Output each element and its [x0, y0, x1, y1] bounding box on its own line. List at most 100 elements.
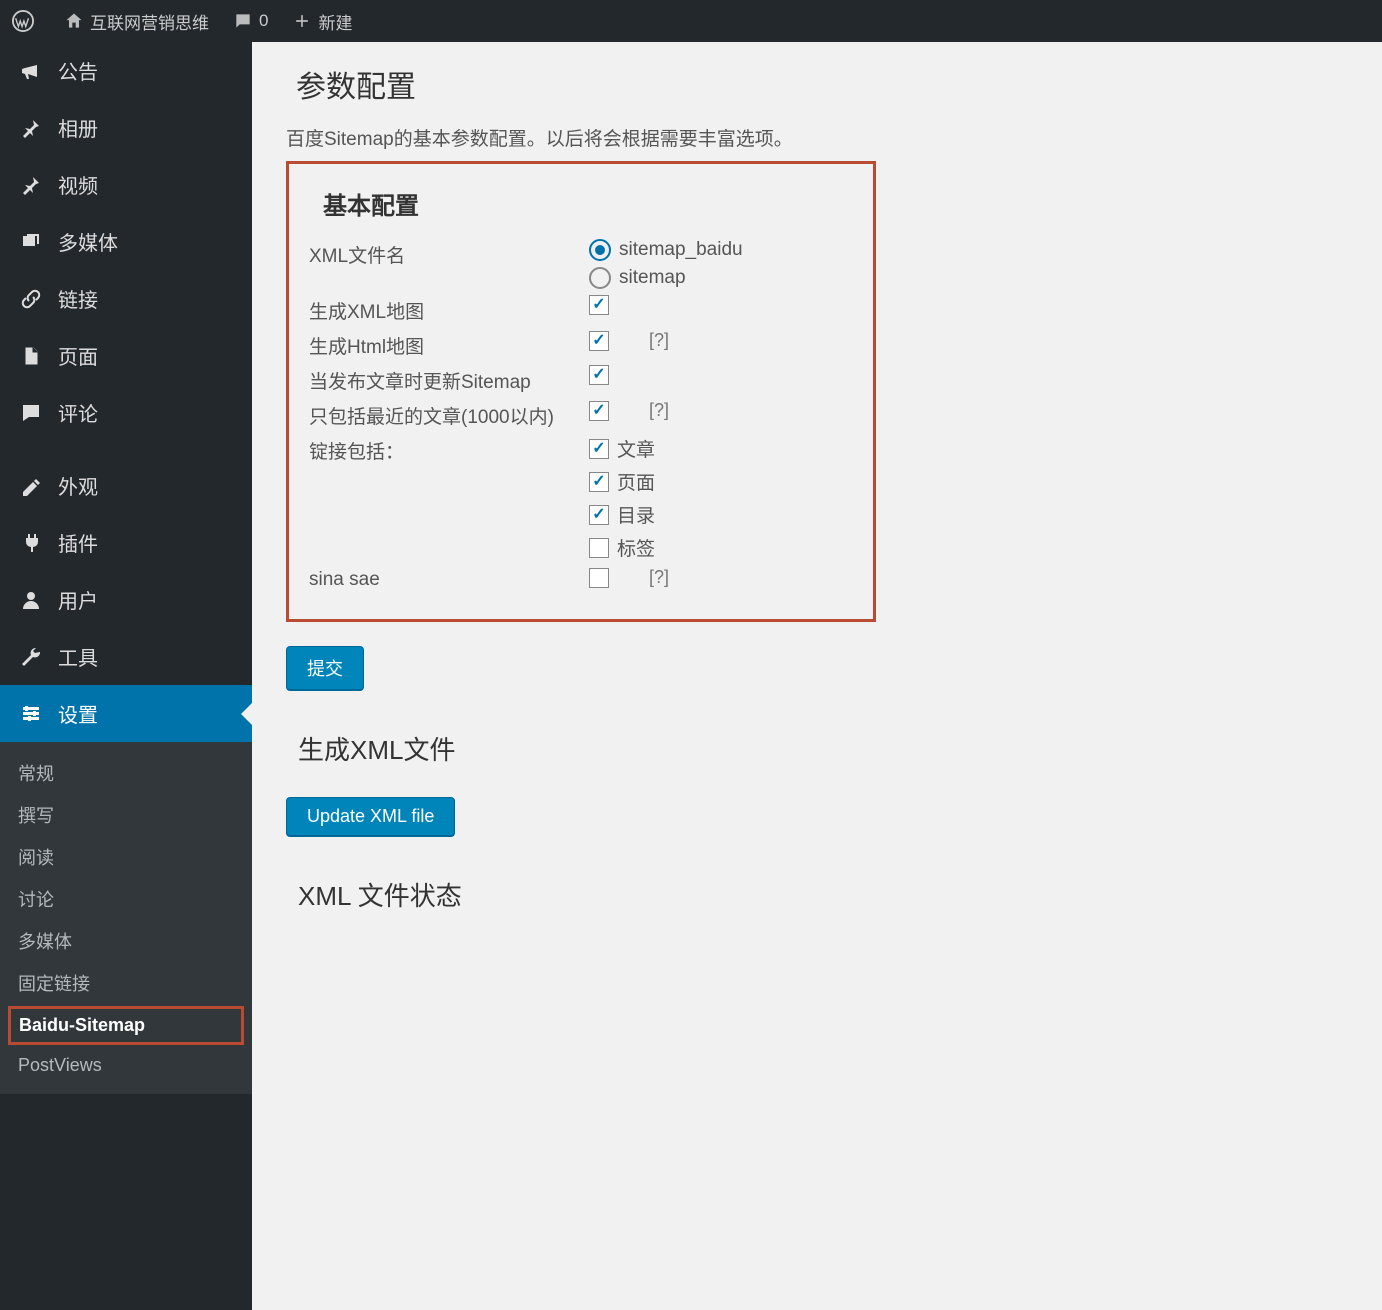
radio-label: sitemap_baidu — [619, 239, 743, 261]
row-gen-xml: 生成XML地图 — [309, 295, 853, 324]
admin-sidebar: 公告相册视频多媒体链接页面评论外观插件用户工具设置 常规撰写阅读讨论多媒体固定链… — [0, 42, 252, 1310]
checkbox-update-publish[interactable] — [589, 365, 609, 385]
label-gen-html: 生成Html地图 — [309, 330, 589, 359]
label-links-include: 锭接包括： — [309, 435, 589, 464]
link-icon — [18, 286, 44, 312]
checkbox-option[interactable]: 目录 — [589, 501, 853, 528]
tool-icon — [18, 644, 44, 670]
settings-icon — [18, 701, 44, 727]
help-sina-sae[interactable]: [?] — [649, 567, 669, 588]
row-gen-html: 生成Html地图 [?] — [309, 330, 853, 359]
submenu-item[interactable]: Baidu-Sitemap — [8, 1006, 244, 1045]
checkbox-sina-sae[interactable] — [589, 568, 609, 588]
wp-logo[interactable] — [12, 10, 40, 32]
checkbox-option[interactable]: 页面 — [589, 468, 853, 495]
page-title: 参数配置 — [286, 62, 1348, 106]
radio-xml-filename[interactable] — [589, 239, 611, 261]
sidebar-item-megaphone[interactable]: 公告 — [0, 42, 252, 99]
sidebar-item-media[interactable]: 多媒体 — [0, 213, 252, 270]
comment-count: 0 — [259, 11, 268, 31]
label-gen-xml: 生成XML地图 — [309, 295, 589, 324]
gen-xml-heading: 生成XML文件 — [298, 730, 1348, 767]
checkbox-gen-xml[interactable] — [589, 295, 609, 315]
main-content: 参数配置 百度Sitemap的基本参数配置。以后将会根据需要丰富选项。 基本配置… — [252, 42, 1382, 1310]
help-recent-only[interactable]: [?] — [649, 400, 669, 421]
sidebar-item-settings[interactable]: 设置 — [0, 685, 252, 742]
pin-icon — [18, 115, 44, 141]
sidebar-item-pin[interactable]: 视频 — [0, 156, 252, 213]
sidebar-item-tool[interactable]: 工具 — [0, 628, 252, 685]
submenu-item[interactable]: PostViews — [0, 1047, 252, 1084]
sidebar-item-label: 设置 — [58, 699, 98, 728]
row-links-include: 锭接包括： 文章页面目录标签 — [309, 435, 853, 561]
site-name: 互联网营销思维 — [90, 9, 209, 34]
sidebar-item-label: 相册 — [58, 113, 98, 142]
submenu-item[interactable]: 撰写 — [0, 794, 252, 836]
section-heading: 基本配置 — [323, 186, 853, 221]
xml-status-heading: XML 文件状态 — [298, 876, 1348, 913]
label-xml-filename: XML文件名 — [309, 239, 589, 268]
checkbox-label: 页面 — [617, 468, 655, 495]
admin-toolbar: 互联网营销思维 0 新建 — [0, 0, 1382, 42]
pin-icon — [18, 172, 44, 198]
update-xml-button[interactable]: Update XML file — [286, 797, 455, 836]
radio-option[interactable]: sitemap_baidu — [589, 239, 853, 261]
sidebar-item-link[interactable]: 链接 — [0, 270, 252, 327]
page-icon — [18, 343, 44, 369]
help-gen-html[interactable]: [?] — [649, 330, 669, 351]
submenu-item[interactable]: 固定链接 — [0, 962, 252, 1004]
checkbox-option[interactable]: 标签 — [589, 534, 853, 561]
checkbox-links-include[interactable] — [589, 538, 609, 558]
comment-icon — [18, 400, 44, 426]
sidebar-item-label: 公告 — [58, 56, 98, 85]
radio-option[interactable]: sitemap — [589, 267, 853, 289]
sidebar-item-label: 评论 — [58, 398, 98, 427]
checkbox-links-include[interactable] — [589, 439, 609, 459]
submenu-item[interactable]: 讨论 — [0, 878, 252, 920]
sidebar-item-appearance[interactable]: 外观 — [0, 457, 252, 514]
submit-button[interactable]: 提交 — [286, 646, 364, 690]
submenu-item[interactable]: 常规 — [0, 752, 252, 794]
sidebar-item-pin[interactable]: 相册 — [0, 99, 252, 156]
checkbox-option[interactable]: 文章 — [589, 435, 853, 462]
row-sina-sae: sina sae [?] — [309, 567, 853, 591]
sidebar-item-plugin[interactable]: 插件 — [0, 514, 252, 571]
sidebar-item-label: 用户 — [58, 585, 98, 614]
site-home-link[interactable]: 互联网营销思维 — [64, 9, 209, 34]
checkbox-recent-only[interactable] — [589, 401, 609, 421]
checkbox-label: 标签 — [617, 534, 655, 561]
row-recent-only: 只包括最近的文章(1000以内) [?] — [309, 400, 853, 429]
submenu-item[interactable]: 多媒体 — [0, 920, 252, 962]
sidebar-item-label: 外观 — [58, 471, 98, 500]
checkbox-links-include[interactable] — [589, 472, 609, 492]
sidebar-item-label: 视频 — [58, 170, 98, 199]
row-update-publish: 当发布文章时更新Sitemap — [309, 365, 853, 394]
label-recent-only: 只包括最近的文章(1000以内) — [309, 400, 589, 429]
submenu-item[interactable]: 阅读 — [0, 836, 252, 878]
sidebar-item-page[interactable]: 页面 — [0, 327, 252, 384]
config-panel: 基本配置 XML文件名 sitemap_baidusitemap 生成XML地图… — [286, 161, 876, 622]
comments-link[interactable]: 0 — [233, 11, 268, 31]
radio-label: sitemap — [619, 267, 686, 289]
megaphone-icon — [18, 58, 44, 84]
checkbox-gen-html[interactable] — [589, 331, 609, 351]
label-sina-sae: sina sae — [309, 567, 589, 591]
new-content-link[interactable]: 新建 — [292, 9, 352, 34]
plugin-icon — [18, 530, 44, 556]
sidebar-item-user[interactable]: 用户 — [0, 571, 252, 628]
media-icon — [18, 229, 44, 255]
sidebar-item-label: 工具 — [58, 642, 98, 671]
sidebar-item-label: 页面 — [58, 341, 98, 370]
row-xml-filename: XML文件名 sitemap_baidusitemap — [309, 239, 853, 289]
appearance-icon — [18, 473, 44, 499]
sidebar-item-comment[interactable]: 评论 — [0, 384, 252, 441]
page-description: 百度Sitemap的基本参数配置。以后将会根据需要丰富选项。 — [286, 124, 1348, 151]
user-icon — [18, 587, 44, 613]
sidebar-item-label: 多媒体 — [58, 227, 118, 256]
label-update-publish: 当发布文章时更新Sitemap — [309, 365, 589, 394]
sidebar-item-label: 插件 — [58, 528, 98, 557]
new-label: 新建 — [318, 9, 352, 34]
checkbox-label: 文章 — [617, 435, 655, 462]
checkbox-links-include[interactable] — [589, 505, 609, 525]
radio-xml-filename[interactable] — [589, 267, 611, 289]
